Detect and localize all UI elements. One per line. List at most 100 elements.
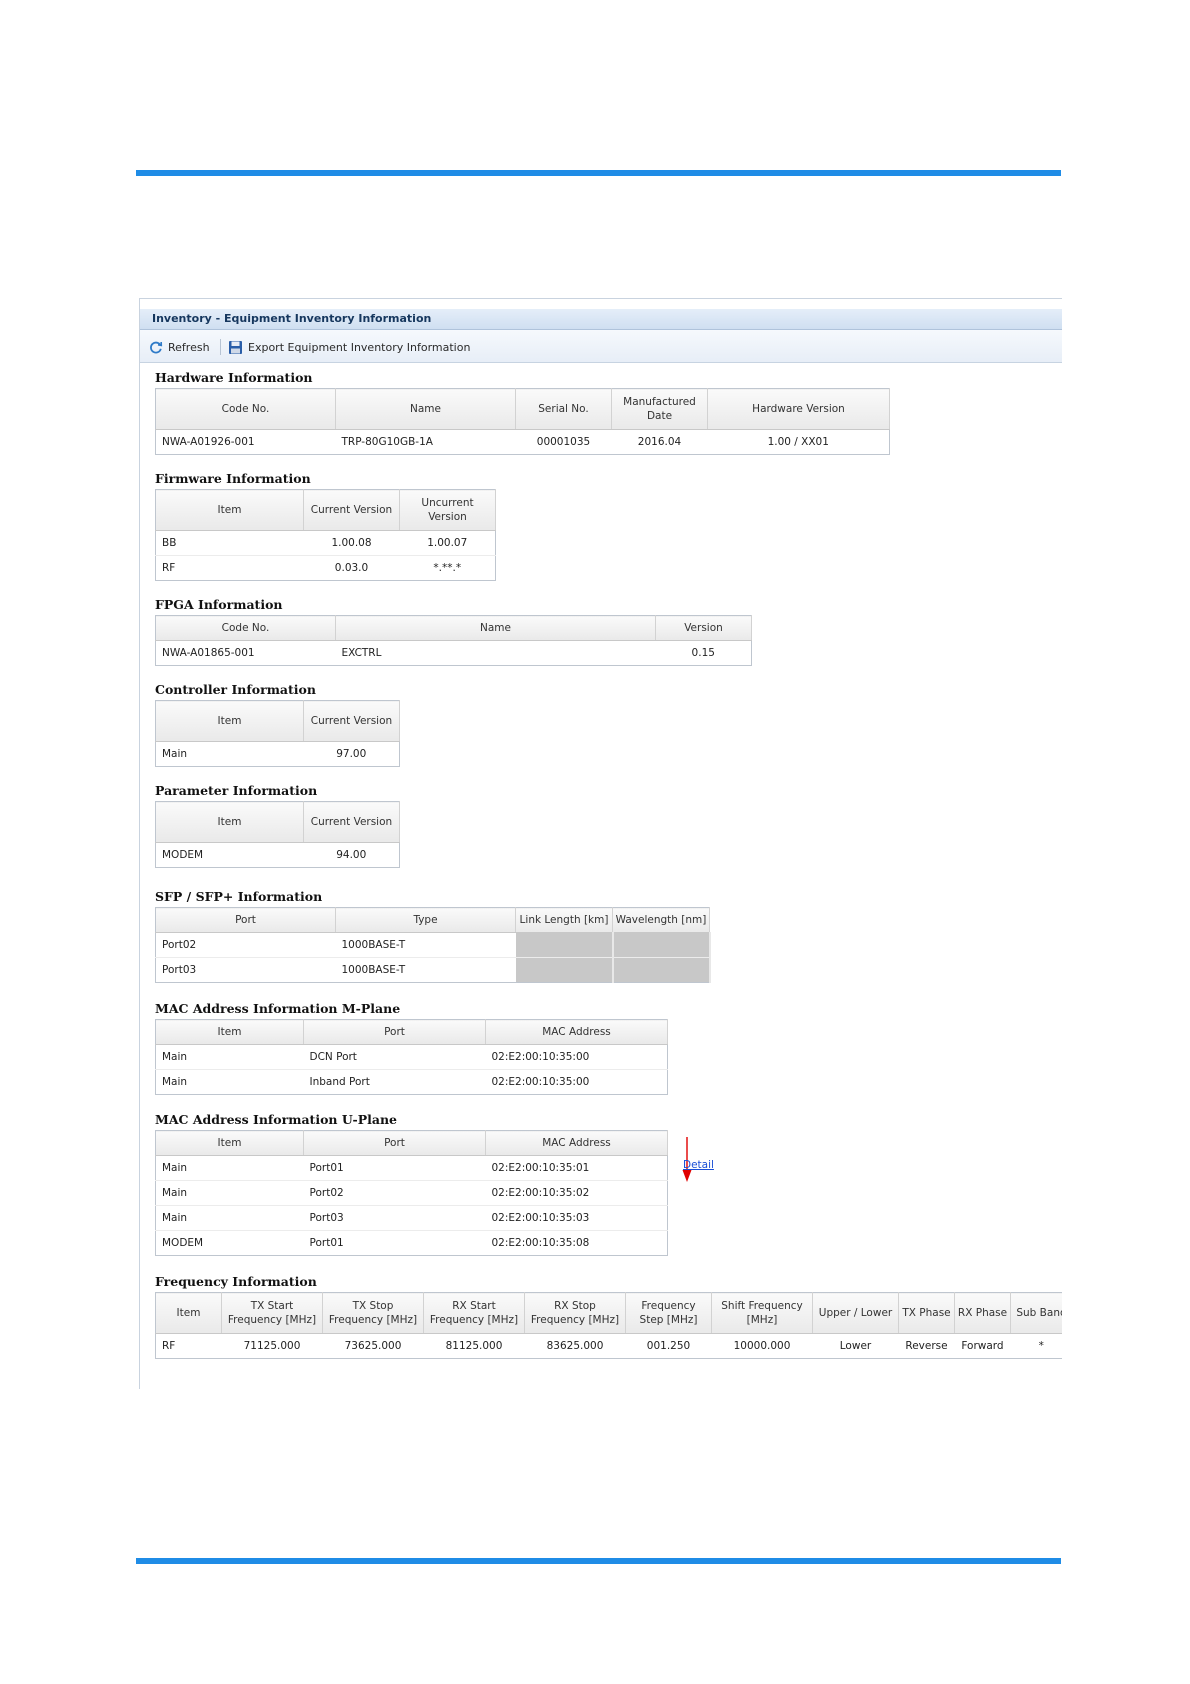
table-row: Main Port02 02:E2:00:10:35:02 (155, 1180, 668, 1206)
sfp-title: SFP / SFP+ Information (155, 889, 323, 904)
column-header[interactable]: Port (303, 1019, 486, 1045)
column-header[interactable]: Current Version (303, 700, 400, 742)
table-cell: 02:E2:00:10:35:03 (485, 1205, 668, 1231)
table-cell: 94.00 (336, 849, 367, 861)
column-header[interactable]: Port (303, 1130, 486, 1156)
table-cell: 1000BASE-T (341, 964, 406, 976)
table-header-row: Item Port MAC Address (155, 1019, 668, 1045)
table-cell (612, 932, 711, 958)
column-header[interactable]: Item (155, 801, 304, 843)
table-cell: RF (162, 562, 176, 574)
column-header[interactable]: Name (335, 615, 656, 641)
table-cell: 73625.000 (344, 1340, 402, 1352)
column-header[interactable]: Code No. (155, 388, 336, 430)
table-cell: NWA-A01926-001 (162, 436, 255, 448)
table-cell: Port02 (155, 932, 336, 958)
column-header[interactable]: TX Stop Frequency [MHz] (322, 1292, 424, 1334)
column-header[interactable]: Version (655, 615, 752, 641)
hardware-table: Code No. Name Serial No. Manufactured Date H… (155, 388, 890, 455)
column-header[interactable]: Serial No. (515, 388, 612, 430)
frequency-title: Frequency Information (155, 1274, 317, 1289)
column-header[interactable]: Uncurrent Version (399, 489, 496, 531)
table-cell: 97.00 (336, 748, 367, 760)
column-header[interactable]: RX Stop Frequency [MHz] (524, 1292, 626, 1334)
column-header[interactable]: Current Version (303, 489, 400, 531)
column-header[interactable]: Manufactured Date (611, 388, 708, 430)
table-cell: BB (155, 530, 304, 556)
table-cell: 0.03.0 (334, 562, 369, 574)
table-row: Main Inband Port 02:E2:00:10:35:00 (156, 1070, 668, 1095)
column-header[interactable]: Upper / Lower (812, 1292, 899, 1334)
table-cell: * (1038, 1340, 1044, 1352)
column-header[interactable]: Code No. (155, 615, 336, 641)
firmware-table: Item Current Version Uncurrent Version BB 1.… (155, 489, 496, 581)
table-cell: 02:E2:00:10:35:08 (491, 1237, 590, 1249)
table-cell (515, 957, 614, 983)
column-header[interactable]: Current Version (303, 801, 400, 843)
table-cell: MODEM (162, 849, 204, 861)
table-header-row: Item Current Version (155, 700, 400, 742)
column-header[interactable]: TX Start Frequency [MHz] (221, 1292, 323, 1334)
table-cell: TRP-80G10GB-1A (341, 436, 433, 448)
column-header[interactable]: Name (335, 388, 516, 430)
table-cell: 71125.000 (243, 1340, 301, 1352)
column-header[interactable]: Item (155, 1019, 304, 1045)
hardware-title: Hardware Information (155, 370, 313, 385)
table-cell: 2016.04 (637, 436, 682, 448)
column-header[interactable]: Item (155, 489, 304, 531)
table-cell: Lower (839, 1340, 872, 1352)
mac-m-plane-title: MAC Address Information M-Plane (155, 1001, 401, 1016)
table-header-row: Code No. Name Version (155, 615, 752, 641)
table-cell: 1.00 / XX01 (767, 436, 829, 448)
table-cell: Forward (961, 1340, 1004, 1352)
inventory-window: Inventory - Equipment Inventory Informat… (139, 298, 1062, 1389)
table-row: NWA-A01926-001 TRP-80G10GB-1A 00001035 2016… (156, 430, 890, 455)
table-row: MODEM 94.00 (156, 843, 400, 868)
column-header[interactable]: Hardware Version (707, 388, 890, 430)
table-row: Port02 1000BASE-T (155, 932, 711, 958)
column-header[interactable]: Type (335, 907, 516, 933)
column-header[interactable]: Item (155, 700, 304, 742)
frequency-table: Item TX Start Frequency [MHz] TX Stop Freq… (155, 1292, 1062, 1359)
controller-title: Controller Information (155, 682, 316, 697)
table-cell: 001.250 (646, 1340, 691, 1352)
table-cell: 1000BASE-T (335, 932, 516, 958)
column-header[interactable]: Wavelength [nm] (612, 907, 710, 933)
sfp-detail-link[interactable]: Detail (683, 1159, 714, 1171)
column-header[interactable]: RX Start Frequency [MHz] (423, 1292, 525, 1334)
column-header[interactable]: TX Phase (898, 1292, 955, 1334)
content-area: Hardware Information Code No. Name Serial N… (140, 299, 1062, 1389)
table-cell: 02:E2:00:10:35:00 (491, 1076, 590, 1088)
column-header[interactable]: RX Phase (954, 1292, 1011, 1334)
table-cell: NWA-A01865-001 (162, 647, 255, 659)
table-cell: Reverse (905, 1340, 948, 1352)
table-row: BB 1.00.08 1.00.07 (155, 530, 496, 556)
column-header[interactable]: MAC Address (485, 1130, 668, 1156)
table-cell: Port03 (303, 1205, 486, 1231)
column-header[interactable]: Shift Frequency [MHz] (711, 1292, 813, 1334)
table-cell: *.**.* (433, 562, 462, 574)
table-row: RF 71125.000 73625.000 81125.000 83625.000 00… (156, 1334, 1063, 1359)
table-cell: EXCTRL (341, 647, 382, 659)
table-cell: 83625.000 (546, 1340, 604, 1352)
column-header[interactable]: Link Length [km] (515, 907, 613, 933)
table-cell: Inband Port (309, 1076, 370, 1088)
table-cell (515, 932, 614, 958)
table-cell: Main (155, 1180, 304, 1206)
column-header[interactable]: Port (155, 907, 336, 933)
column-header[interactable]: Item (155, 1292, 222, 1334)
mac-m-plane-table: Item Port MAC Address Main DCN Port 02:E2:00:… (155, 1019, 668, 1095)
table-cell: 81125.000 (445, 1340, 503, 1352)
table-row: RF 0.03.0 *.**.* (156, 556, 496, 581)
column-header[interactable]: Sub Band (1010, 1292, 1062, 1334)
table-cell: RF (162, 1340, 176, 1352)
column-header[interactable]: MAC Address (485, 1019, 668, 1045)
column-header[interactable]: Item (155, 1130, 304, 1156)
mac-u-plane-title: MAC Address Information U-Plane (155, 1112, 397, 1127)
table-header-row: Item Current Version Uncurrent Version (155, 489, 496, 531)
table-cell: Port01 (309, 1237, 344, 1249)
table-cell: Main (155, 1044, 304, 1070)
mac-u-plane-table: Item Port MAC Address Main Port01 02:E2:00:10… (155, 1130, 668, 1256)
table-cell: 02:E2:00:10:35:02 (485, 1180, 668, 1206)
column-header[interactable]: Frequency Step [MHz] (625, 1292, 712, 1334)
